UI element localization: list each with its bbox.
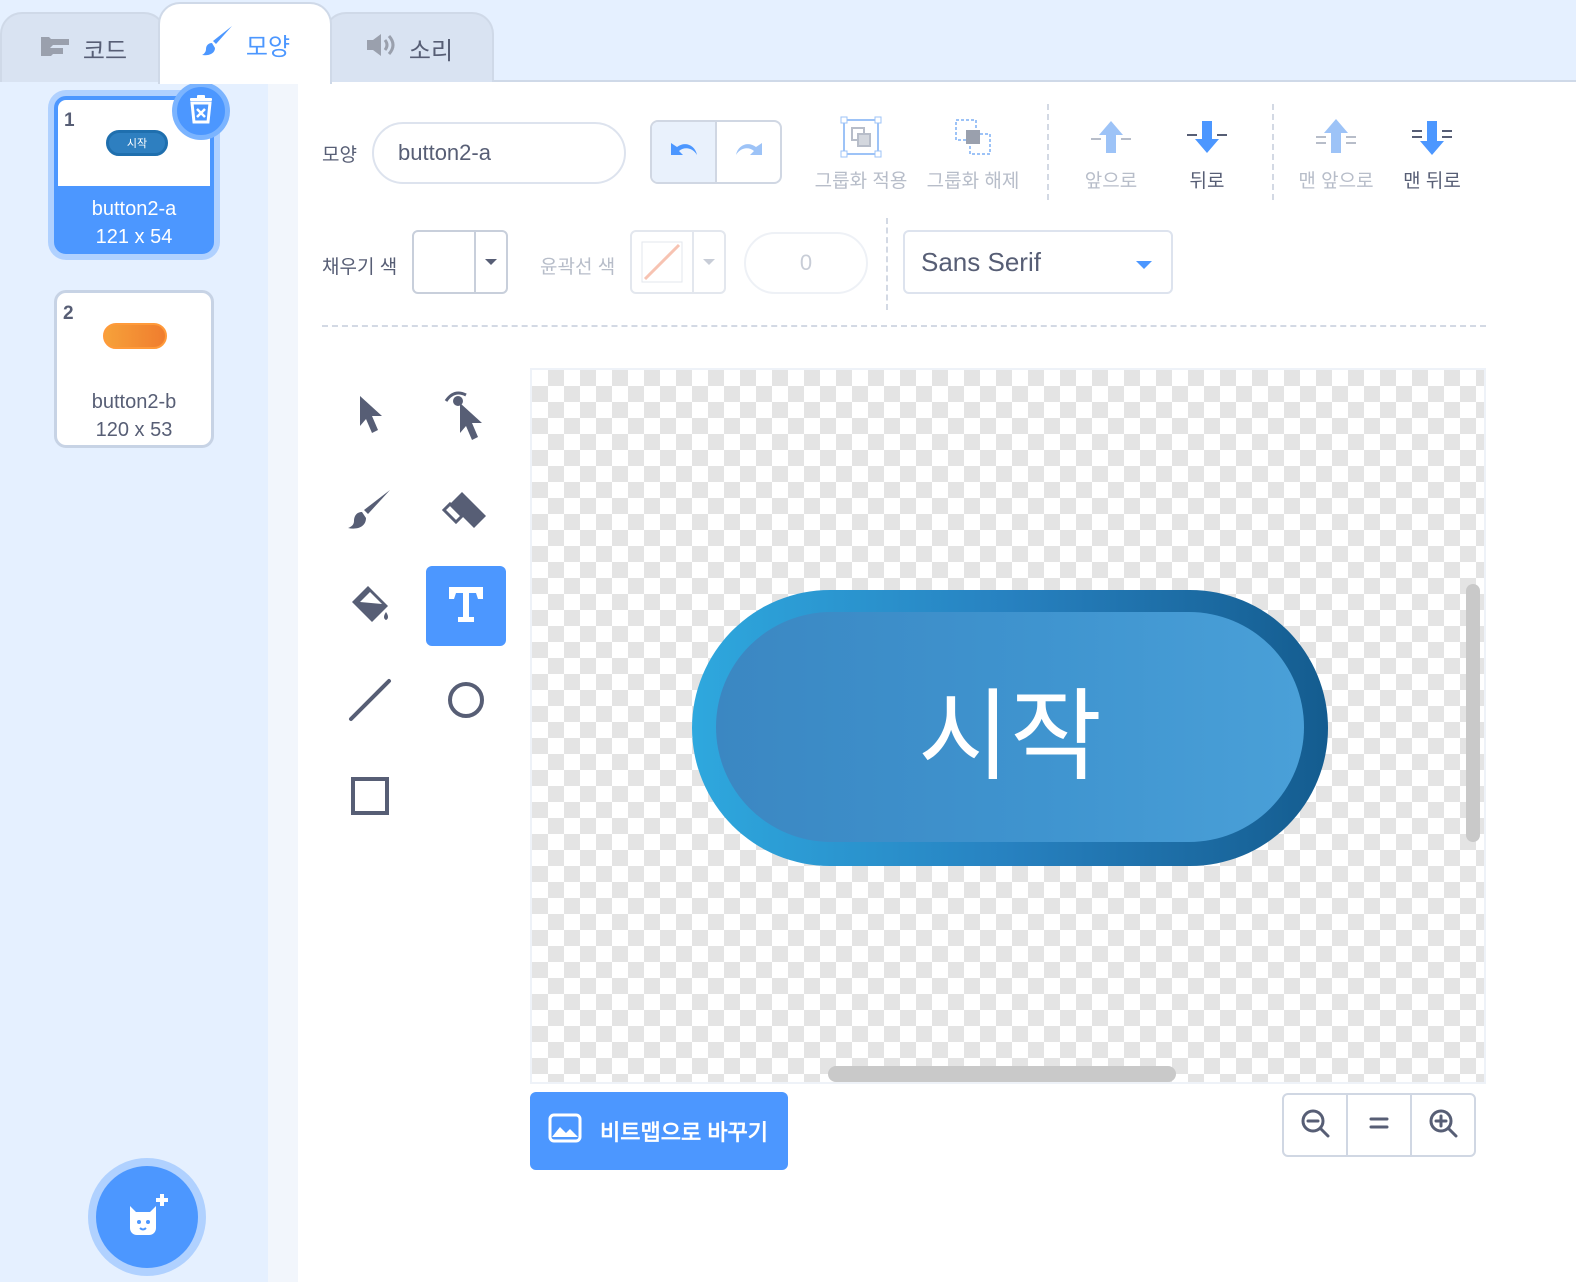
canvas-horizontal-scrollbar[interactable] bbox=[828, 1066, 1176, 1082]
toolbar-divider bbox=[322, 325, 1486, 327]
text-t-icon bbox=[445, 583, 487, 630]
costume-size: 121 x 54 bbox=[95, 226, 173, 248]
canvas-button-shape[interactable]: 시작 bbox=[692, 590, 1328, 866]
zoom-controls bbox=[1282, 1093, 1476, 1157]
redo-icon bbox=[732, 139, 766, 166]
font-dropdown[interactable]: Sans Serif bbox=[903, 230, 1173, 294]
tab-bar: 코드 모양 소리 bbox=[0, 0, 1576, 84]
paint-bucket-icon bbox=[346, 580, 394, 633]
costume-number: 2 bbox=[63, 303, 74, 324]
undo-redo-group bbox=[650, 120, 782, 184]
costume-size: 120 x 53 bbox=[95, 419, 173, 441]
image-icon bbox=[548, 1113, 582, 1149]
tab-sounds[interactable]: 소리 bbox=[324, 12, 494, 82]
fill-color-swatch bbox=[414, 232, 476, 292]
front-button[interactable]: 맨 앞으로 bbox=[1281, 112, 1391, 196]
group-icon bbox=[840, 112, 882, 162]
select-tool[interactable] bbox=[330, 376, 410, 456]
brush-tool[interactable] bbox=[330, 472, 410, 552]
costume-number: 1 bbox=[64, 110, 75, 131]
eraser-icon bbox=[441, 488, 490, 537]
outline-width-input[interactable]: 0 bbox=[744, 232, 868, 294]
rectangle-icon bbox=[349, 775, 391, 822]
reshape-tool[interactable] bbox=[426, 376, 506, 456]
forward-label: 앞으로 bbox=[1084, 171, 1138, 192]
undo-icon bbox=[667, 139, 701, 166]
no-color-swatch-icon bbox=[632, 232, 694, 292]
redo-button[interactable] bbox=[717, 122, 780, 182]
equals-icon bbox=[1368, 1115, 1390, 1136]
convert-to-bitmap-button[interactable]: 비트맵으로 바꾸기 bbox=[530, 1092, 788, 1170]
zoom-reset-button[interactable] bbox=[1348, 1095, 1412, 1155]
convert-to-bitmap-label: 비트맵으로 바꾸기 bbox=[600, 1120, 769, 1145]
tab-costumes-label: 모양 bbox=[245, 33, 291, 61]
arrow-pointer-icon bbox=[350, 392, 390, 441]
undo-button[interactable] bbox=[652, 122, 717, 182]
back-button[interactable]: 맨 뒤로 bbox=[1377, 112, 1487, 196]
fill-tool[interactable] bbox=[330, 566, 410, 646]
text-tool[interactable] bbox=[426, 566, 506, 646]
fill-color-picker[interactable] bbox=[412, 230, 508, 294]
brush-icon bbox=[346, 486, 394, 539]
forward-button[interactable]: 앞으로 bbox=[1056, 112, 1166, 196]
trash-icon bbox=[187, 94, 215, 129]
canvas-button-text: 시작 bbox=[716, 612, 1304, 842]
arrow-up-icon bbox=[1089, 112, 1133, 162]
circle-tool[interactable] bbox=[426, 662, 506, 742]
font-dropdown-value: Sans Serif bbox=[921, 246, 1041, 277]
canvas-vertical-scrollbar[interactable] bbox=[1466, 584, 1480, 842]
rectangle-tool[interactable] bbox=[330, 758, 410, 838]
costume-name-label: 모양 bbox=[322, 145, 357, 166]
list-scroll-gutter bbox=[268, 82, 298, 1282]
outline-color-label: 윤곽선 색 bbox=[540, 257, 616, 278]
delete-costume-button[interactable] bbox=[172, 82, 230, 140]
fill-color-label: 채우기 색 bbox=[322, 257, 398, 278]
paintbrush-icon bbox=[200, 24, 234, 65]
zoom-out-button[interactable] bbox=[1284, 1095, 1348, 1155]
zoom-in-button[interactable] bbox=[1412, 1095, 1474, 1155]
tab-code-label: 코드 bbox=[82, 37, 128, 65]
group-button[interactable]: 그룹화 적용 bbox=[806, 112, 916, 196]
eraser-tool[interactable] bbox=[426, 472, 506, 552]
caret-down-icon bbox=[694, 232, 724, 292]
reshape-pointer-icon bbox=[442, 387, 490, 446]
costume-preview: 시작 bbox=[106, 130, 168, 156]
backward-button[interactable]: 뒤로 bbox=[1152, 112, 1262, 196]
group-label: 그룹화 적용 bbox=[814, 171, 908, 192]
arrow-down-icon bbox=[1185, 112, 1229, 162]
code-blocks-icon bbox=[39, 34, 71, 63]
costume-list bbox=[0, 82, 298, 1282]
choose-costume-button[interactable] bbox=[96, 1166, 198, 1268]
paint-editor-app: 코드 모양 소리 시작 1 button2-a 121 x 54 2 butto… bbox=[0, 0, 1576, 1282]
tab-costumes[interactable]: 모양 bbox=[158, 2, 332, 84]
backward-label: 뒤로 bbox=[1189, 171, 1225, 192]
speaker-icon bbox=[365, 32, 397, 65]
back-label: 맨 뒤로 bbox=[1403, 171, 1461, 192]
tab-code[interactable]: 코드 bbox=[0, 12, 166, 82]
costume-name: button2-b bbox=[91, 391, 177, 413]
ungroup-button[interactable]: 그룹화 해제 bbox=[918, 112, 1028, 196]
costume-name-input[interactable]: button2-a bbox=[372, 122, 626, 184]
ungroup-label: 그룹화 해제 bbox=[926, 171, 1020, 192]
zoom-out-icon bbox=[1300, 1108, 1330, 1143]
caret-down-icon bbox=[1135, 247, 1153, 278]
arrow-to-front-icon bbox=[1314, 112, 1358, 162]
line-icon bbox=[347, 677, 393, 728]
caret-down-icon bbox=[476, 232, 506, 292]
outline-color-picker[interactable] bbox=[630, 230, 726, 294]
line-tool[interactable] bbox=[330, 662, 410, 742]
ungroup-icon bbox=[952, 112, 994, 162]
tab-sounds-label: 소리 bbox=[408, 37, 454, 65]
drawing-canvas[interactable]: 시작 bbox=[530, 368, 1486, 1084]
costume-item-2[interactable]: 2 button2-b 120 x 53 bbox=[54, 290, 214, 448]
zoom-in-icon bbox=[1428, 1108, 1458, 1143]
front-label: 맨 앞으로 bbox=[1298, 171, 1374, 192]
arrow-to-back-icon bbox=[1410, 112, 1454, 162]
cat-add-icon bbox=[122, 1190, 172, 1245]
circle-icon bbox=[445, 679, 487, 726]
costume-preview bbox=[103, 323, 167, 349]
costume-name: button2-a bbox=[91, 198, 177, 220]
